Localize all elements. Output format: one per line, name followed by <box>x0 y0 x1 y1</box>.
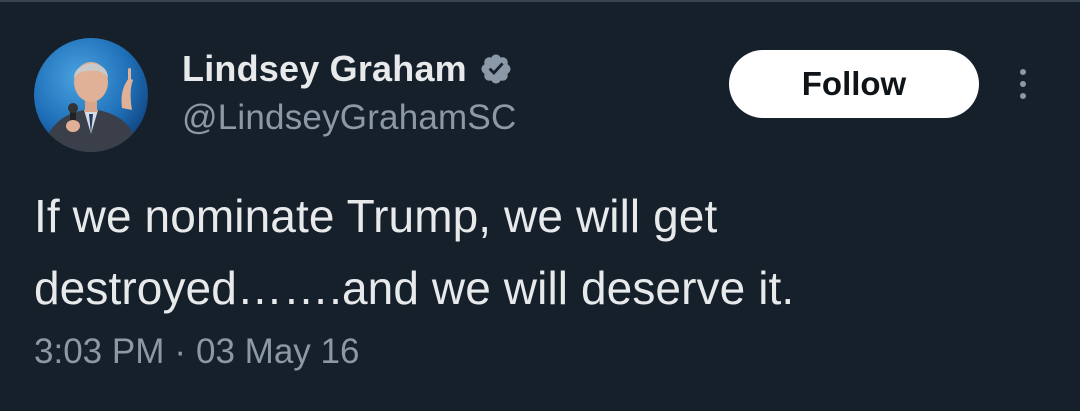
meta-separator: · <box>174 332 187 371</box>
author-block: Lindsey Graham @LindseyGrahamSC <box>182 46 516 138</box>
tweet-time: 3:03 PM <box>34 332 165 371</box>
tweet-text: If we nominate Trump, we will get destro… <box>34 190 795 314</box>
more-vertical-icon[interactable] <box>1008 64 1038 104</box>
handle[interactable]: @LindseyGrahamSC <box>182 98 516 138</box>
follow-button[interactable]: Follow <box>729 50 979 118</box>
dot <box>1020 81 1026 87</box>
dot <box>1020 93 1026 99</box>
name-row: Lindsey Graham <box>182 46 516 92</box>
tweet-card: Lindsey Graham @LindseyGrahamSC Follow I… <box>0 0 1080 411</box>
dot <box>1020 69 1026 75</box>
tweet-timestamp[interactable]: 3:03 PM · 03 May 16 <box>34 332 359 372</box>
verified-badge-icon <box>479 52 513 86</box>
avatar[interactable] <box>34 38 148 152</box>
display-name[interactable]: Lindsey Graham <box>182 48 467 90</box>
tweet-date: 03 May 16 <box>196 332 360 371</box>
